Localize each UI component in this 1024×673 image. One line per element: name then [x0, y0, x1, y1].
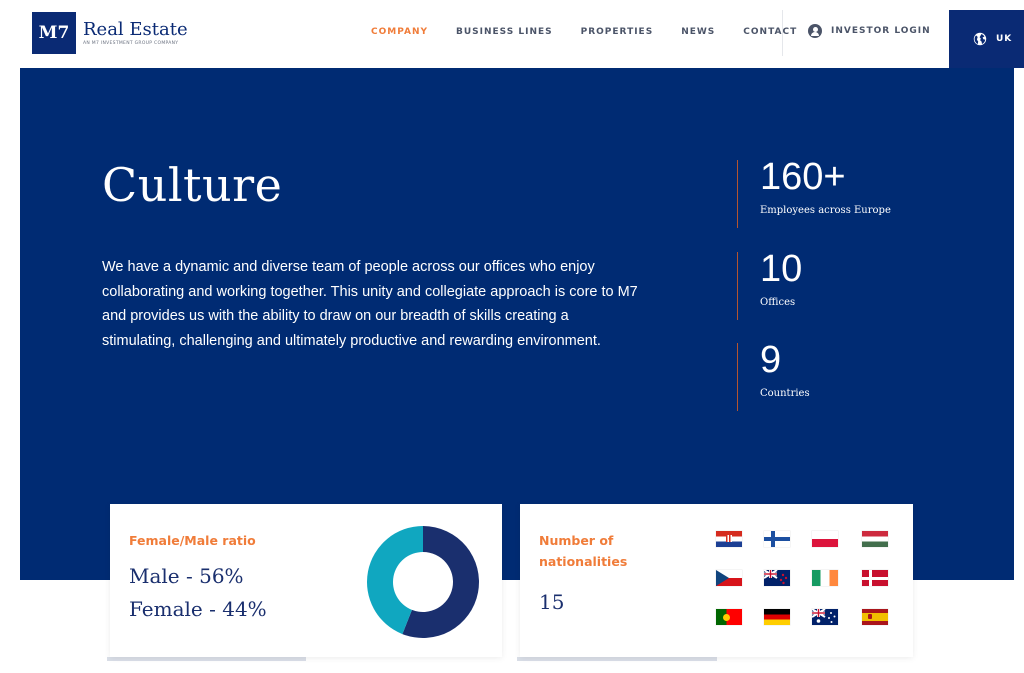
nav-news[interactable]: NEWS — [681, 27, 715, 37]
site-header: M7 Real Estate AN M7 INVESTMENT GROUP CO… — [0, 0, 1024, 68]
stat-label: Countries — [760, 388, 810, 399]
page-title: Culture — [102, 158, 283, 212]
nationalities-title-line2: nationalities — [539, 554, 628, 569]
stat-number: 160+ — [760, 156, 846, 198]
nav-business-lines[interactable]: BUSINESS LINES — [456, 27, 553, 37]
logo[interactable]: M7 Real Estate AN M7 INVESTMENT GROUP CO… — [32, 12, 188, 54]
user-circle-icon — [808, 24, 822, 38]
male-ratio: Male - 56% — [129, 564, 244, 588]
finland-flag-icon — [764, 531, 790, 547]
stat-number: 10 — [760, 248, 803, 290]
hungary-flag-icon — [862, 531, 888, 547]
nav-properties[interactable]: PROPERTIES — [581, 27, 654, 37]
card-underline — [517, 657, 717, 661]
czech-flag-icon — [716, 570, 742, 586]
portugal-flag-icon — [716, 609, 742, 625]
ireland-flag-icon — [812, 570, 838, 586]
card-underline — [107, 657, 306, 661]
stat-countries: 9 Countries — [737, 339, 977, 411]
gender-ratio-card: Female/Male ratio Male - 56% Female - 44… — [110, 504, 502, 657]
nav-divider — [782, 10, 783, 56]
investor-login-button[interactable]: INVESTOR LOGIN — [808, 24, 931, 38]
language-selector[interactable]: UK — [949, 10, 1024, 68]
culture-description: We have a dynamic and diverse team of pe… — [102, 259, 638, 349]
logo-mark: M7 — [32, 12, 76, 54]
ratio-card-title: Female/Male ratio — [129, 533, 256, 548]
stat-label: Offices — [760, 297, 796, 308]
stat-offices: 10 Offices — [737, 248, 977, 320]
nav-company[interactable]: COMPANY — [371, 27, 428, 37]
stat-number: 9 — [760, 339, 782, 381]
nationalities-count: 15 — [539, 590, 565, 614]
nationalities-title-line1: Number of — [539, 533, 614, 548]
denmark-flag-icon — [862, 570, 888, 586]
australia-flag-icon — [812, 609, 838, 625]
logo-name: Real Estate — [83, 18, 188, 40]
globe-icon — [973, 32, 987, 46]
new-zealand-flag-icon — [764, 570, 790, 586]
investor-login-label: INVESTOR LOGIN — [831, 26, 931, 36]
nationalities-card: Number of nationalities 15 — [520, 504, 913, 657]
spain-flag-icon — [862, 609, 888, 625]
nationalities-title: Number of nationalities — [539, 530, 627, 572]
logo-tagline: AN M7 INVESTMENT GROUP COMPANY — [83, 41, 179, 47]
language-label: UK — [996, 34, 1013, 44]
stat-employees: 160+ Employees across Europe — [737, 156, 977, 228]
nav-contact[interactable]: CONTACT — [743, 27, 797, 37]
stat-label: Employees across Europe — [760, 205, 891, 216]
croatia-flag-icon — [716, 531, 742, 547]
germany-flag-icon — [764, 609, 790, 625]
female-ratio: Female - 44% — [129, 597, 267, 621]
poland-flag-icon — [812, 531, 838, 547]
main-nav: COMPANY BUSINESS LINES PROPERTIES NEWS C… — [371, 27, 797, 37]
gender-donut-chart — [367, 526, 479, 638]
